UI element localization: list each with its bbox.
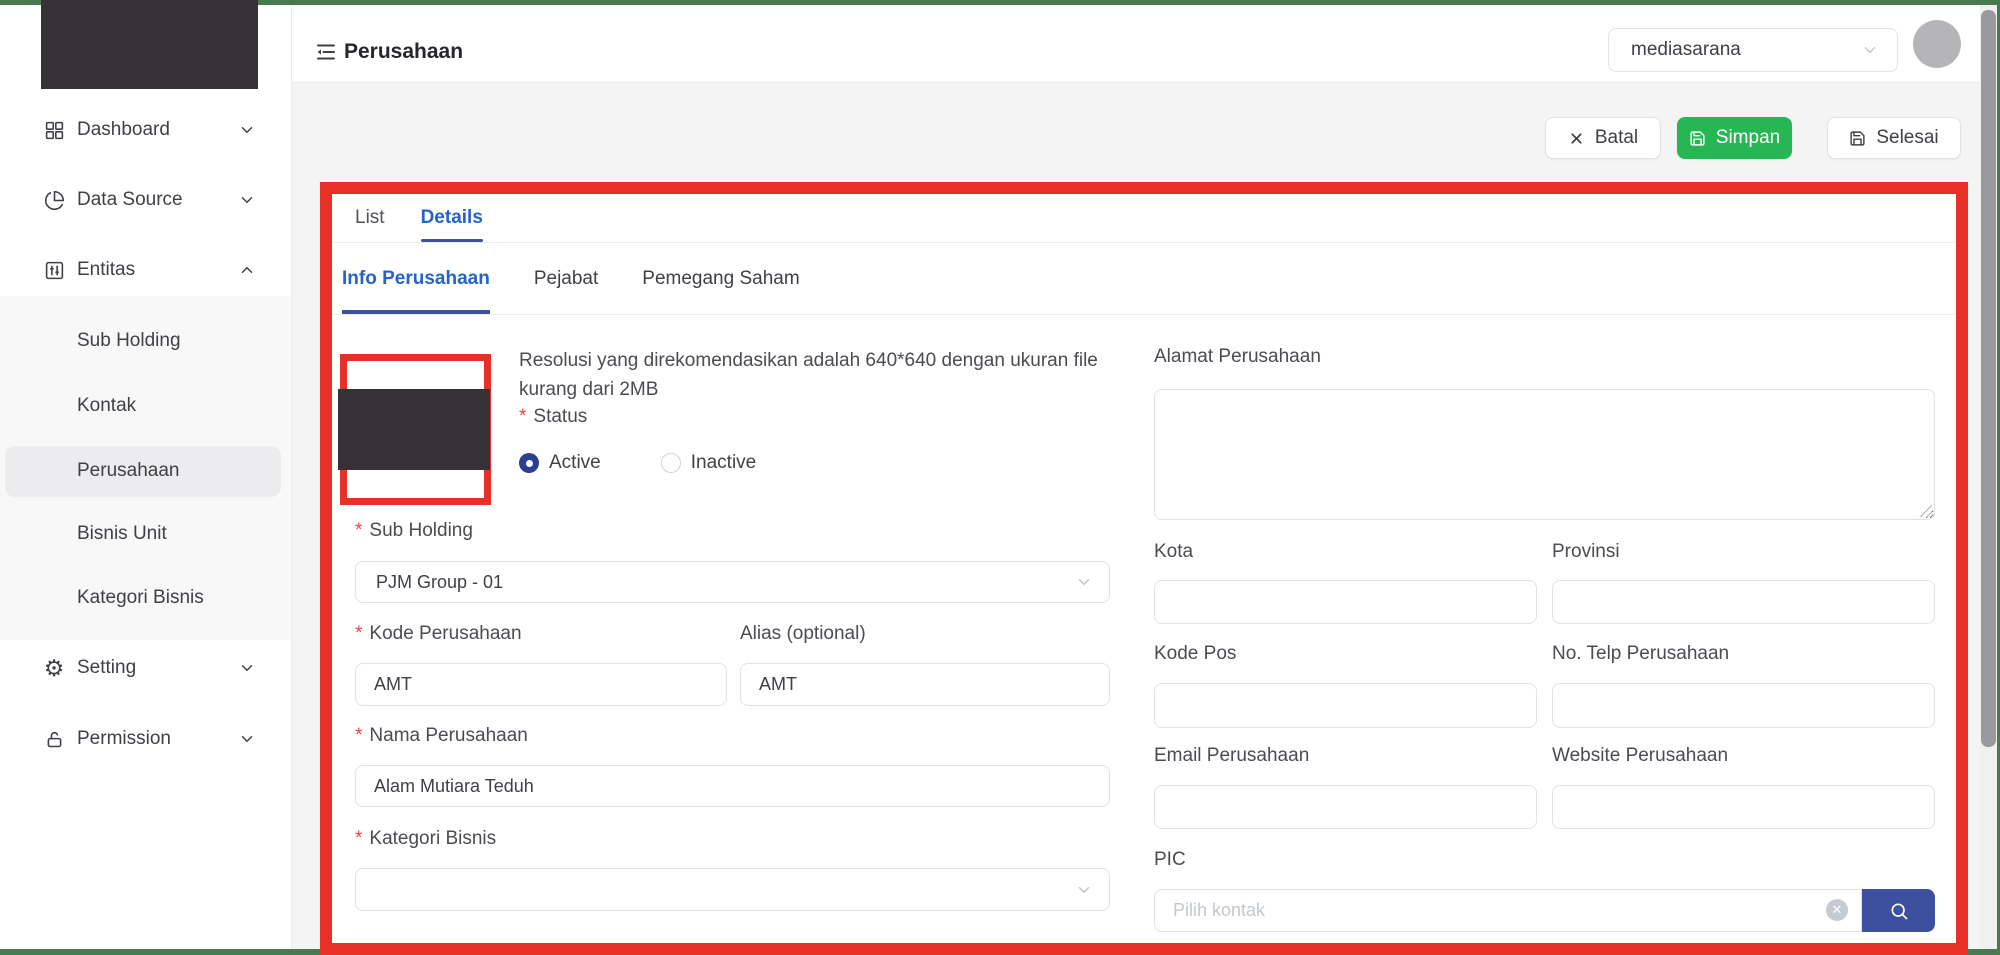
sub-holding-value: PJM Group - 01	[376, 571, 504, 592]
provinsi-label: Provinsi	[1552, 541, 1620, 562]
sidebar-item-setting[interactable]: ⚙ Setting	[0, 648, 290, 688]
sidebar-item-label: Data Source	[77, 189, 183, 210]
website-label: Website Perusahaan	[1552, 745, 1729, 766]
alamat-label: Alamat Perusahaan	[1154, 346, 1321, 367]
kota-label: Kota	[1154, 541, 1194, 562]
pie-chart-icon	[42, 188, 66, 212]
chevron-down-icon	[1075, 881, 1093, 899]
sidebar-item-label: Dashboard	[77, 119, 170, 140]
tab-list[interactable]: List	[355, 194, 385, 242]
nama-perusahaan-input[interactable]	[355, 765, 1110, 807]
kode-pos-input[interactable]	[1154, 683, 1537, 728]
pic-label: PIC	[1154, 849, 1186, 870]
sidebar-item-label: Setting	[77, 657, 137, 678]
simpan-button[interactable]: Simpan	[1677, 117, 1792, 159]
pic-search-button[interactable]	[1862, 889, 1935, 932]
x-icon	[1571, 132, 1582, 144]
alamat-textarea[interactable]	[1154, 389, 1935, 520]
sidebar-item-bisnis-unit[interactable]: Bisnis Unit	[0, 514, 290, 554]
sidebar-item-perusahaan[interactable]: Perusahaan	[0, 451, 290, 491]
kategori-bisnis-label: * Kategori Bisnis	[355, 828, 497, 849]
kode-pos-label: Kode Pos	[1154, 643, 1237, 664]
pic-input[interactable]	[1154, 889, 1862, 932]
sub-holding-label: * Sub Holding	[355, 520, 473, 541]
radio-active-label: Active	[549, 452, 601, 473]
radio-inactive-label: Inactive	[690, 452, 757, 473]
selesai-button[interactable]: Selesai	[1827, 117, 1961, 159]
email-input[interactable]	[1154, 785, 1537, 829]
workspace-select[interactable]: mediasarana	[1608, 28, 1898, 72]
scrollbar-thumb[interactable]	[1981, 10, 1996, 747]
chevron-up-icon	[238, 261, 256, 279]
subtab-pejabat[interactable]: Pejabat	[534, 243, 598, 314]
sidebar-item-sub-holding[interactable]: Sub Holding	[0, 321, 290, 361]
chevron-down-icon	[1075, 573, 1093, 591]
workspace-select-value: mediasarana	[1631, 39, 1741, 60]
chevron-down-icon	[238, 659, 256, 677]
sidebar-item-entitas[interactable]: Entitas	[0, 250, 290, 290]
form-panel: List Details Info Perusahaan Pejabat Pem…	[332, 194, 1956, 943]
alias-label: Alias (optional)	[740, 623, 866, 644]
app-logo-redacted	[41, 0, 258, 89]
radio-active[interactable]	[519, 453, 539, 473]
page-title: Perusahaan	[344, 40, 464, 63]
kota-input[interactable]	[1154, 580, 1537, 624]
sidebar-item-label: Permission	[77, 728, 171, 749]
chevron-down-icon	[1861, 41, 1879, 59]
gear-icon: ⚙	[43, 654, 65, 681]
annotation-box-form: List Details Info Perusahaan Pejabat Pem…	[320, 182, 1968, 955]
sidebar-item-permission[interactable]: Permission	[0, 719, 290, 759]
subtabs-row: Info Perusahaan Pejabat Pemegang Saham	[332, 243, 1956, 315]
lock-icon	[42, 727, 66, 751]
status-radio-group: Active Inactive	[519, 452, 756, 474]
user-avatar[interactable]	[1913, 20, 1961, 68]
website-input[interactable]	[1552, 785, 1935, 829]
floppy-icon	[1690, 130, 1705, 146]
kode-perusahaan-input[interactable]	[355, 663, 727, 706]
sidebar-item-data-source[interactable]: Data Source	[0, 180, 290, 220]
entitas-submenu: Sub Holding Kontak Perusahaan Bisnis Uni…	[0, 296, 290, 640]
tabs-row: List Details	[332, 194, 1956, 243]
tab-details[interactable]: Details	[420, 194, 484, 242]
screenshot-root: Dashboard Data Source Entitas Sub Holdin…	[0, 0, 2000, 955]
status-label: * Status	[519, 406, 588, 427]
sidebar-item-label: Entitas	[77, 259, 136, 280]
telp-label: No. Telp Perusahaan	[1552, 643, 1730, 664]
provinsi-input[interactable]	[1552, 580, 1935, 624]
batal-button[interactable]: Batal	[1545, 117, 1661, 159]
kategori-bisnis-select[interactable]	[355, 868, 1110, 911]
nama-perusahaan-label: * Nama Perusahaan	[355, 725, 528, 746]
floppy-icon	[1850, 130, 1865, 146]
pic-search-group: ✕	[1154, 889, 1935, 932]
kode-perusahaan-label: * Kode Perusahaan	[355, 623, 522, 644]
chevron-down-icon	[238, 191, 256, 209]
search-icon	[1891, 903, 1907, 919]
sidebar-collapse-icon[interactable]	[314, 40, 338, 64]
subtab-info-perusahaan[interactable]: Info Perusahaan	[342, 243, 490, 314]
email-label: Email Perusahaan	[1154, 745, 1310, 766]
sidebar: Dashboard Data Source Entitas Sub Holdin…	[0, 5, 292, 949]
chevron-down-icon	[238, 121, 256, 139]
sidebar-item-kategori-bisnis[interactable]: Kategori Bisnis	[0, 578, 290, 618]
sliders-icon	[42, 258, 66, 282]
sub-holding-select[interactable]: PJM Group - 01	[355, 561, 1110, 603]
subtab-pemegang-saham[interactable]: Pemegang Saham	[642, 243, 799, 314]
clear-icon[interactable]: ✕	[1826, 899, 1848, 921]
telp-input[interactable]	[1552, 683, 1935, 728]
frame-top	[0, 0, 2000, 5]
topbar: Perusahaan mediasarana	[292, 5, 1997, 83]
alias-input[interactable]	[740, 663, 1110, 706]
sidebar-item-kontak[interactable]: Kontak	[0, 386, 290, 426]
sidebar-item-dashboard[interactable]: Dashboard	[0, 110, 290, 150]
company-logo-redacted	[338, 389, 490, 470]
radio-inactive[interactable]	[660, 453, 681, 473]
chevron-down-icon	[238, 730, 256, 748]
grid-icon	[42, 118, 66, 142]
logo-resolution-hint: Resolusi yang direkomendasikan adalah 64…	[519, 350, 1098, 400]
